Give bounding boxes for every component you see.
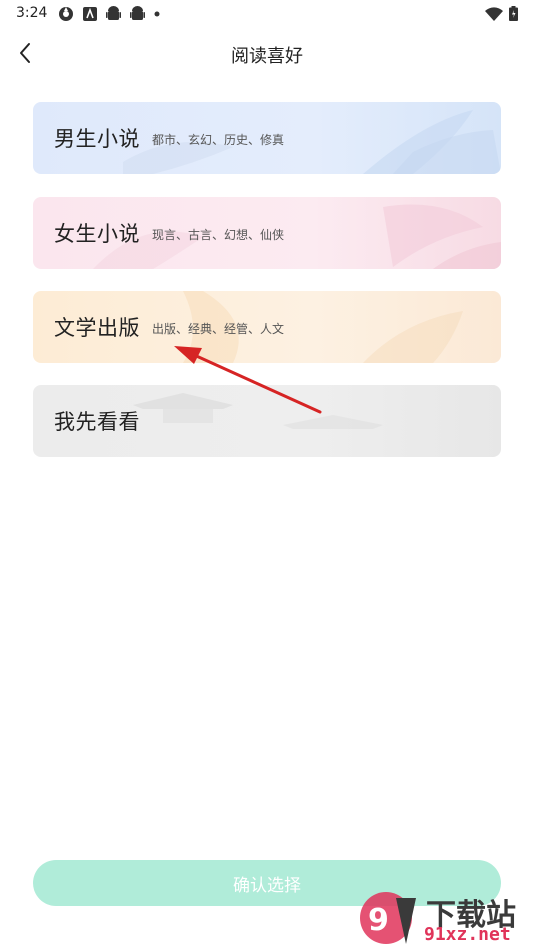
- status-icons-right: [485, 6, 518, 21]
- android-icon: [130, 6, 145, 20]
- sync-icon: [59, 7, 73, 21]
- status-icons-left: [58, 6, 160, 22]
- card-title: 女生小说: [54, 222, 140, 246]
- page-title: 阅读喜好: [231, 46, 303, 67]
- android-icon: [106, 6, 121, 20]
- card-title: 男生小说: [54, 127, 140, 151]
- battery-icon: [509, 6, 518, 21]
- notification-dot-icon: [154, 11, 160, 17]
- header: 阅读喜好: [0, 28, 534, 80]
- card-title: 我先看看: [54, 410, 140, 434]
- card-male-novels[interactable]: 男生小说 都市、玄幻、历史、修真: [33, 102, 501, 174]
- status-bar: 3:24: [0, 0, 534, 28]
- card-browse-first[interactable]: 我先看看: [33, 385, 501, 457]
- watermark-url: 91xz.net: [424, 924, 511, 945]
- status-time: 3:24: [16, 5, 48, 21]
- wifi-icon: [485, 6, 503, 21]
- confirm-button[interactable]: 确认选择: [33, 860, 501, 906]
- card-subtitle: 现言、古言、幻想、仙侠: [152, 228, 285, 242]
- card-subtitle: 都市、玄幻、历史、修真: [152, 133, 285, 147]
- font-icon: [83, 7, 97, 21]
- card-literature[interactable]: 文学出版 出版、经典、经管、人文: [33, 291, 501, 363]
- card-title: 文学出版: [54, 316, 140, 340]
- card-subtitle: 出版、经典、经管、人文: [152, 322, 285, 336]
- svg-text:9: 9: [368, 903, 389, 938]
- card-female-novels[interactable]: 女生小说 现言、古言、幻想、仙侠: [33, 197, 501, 269]
